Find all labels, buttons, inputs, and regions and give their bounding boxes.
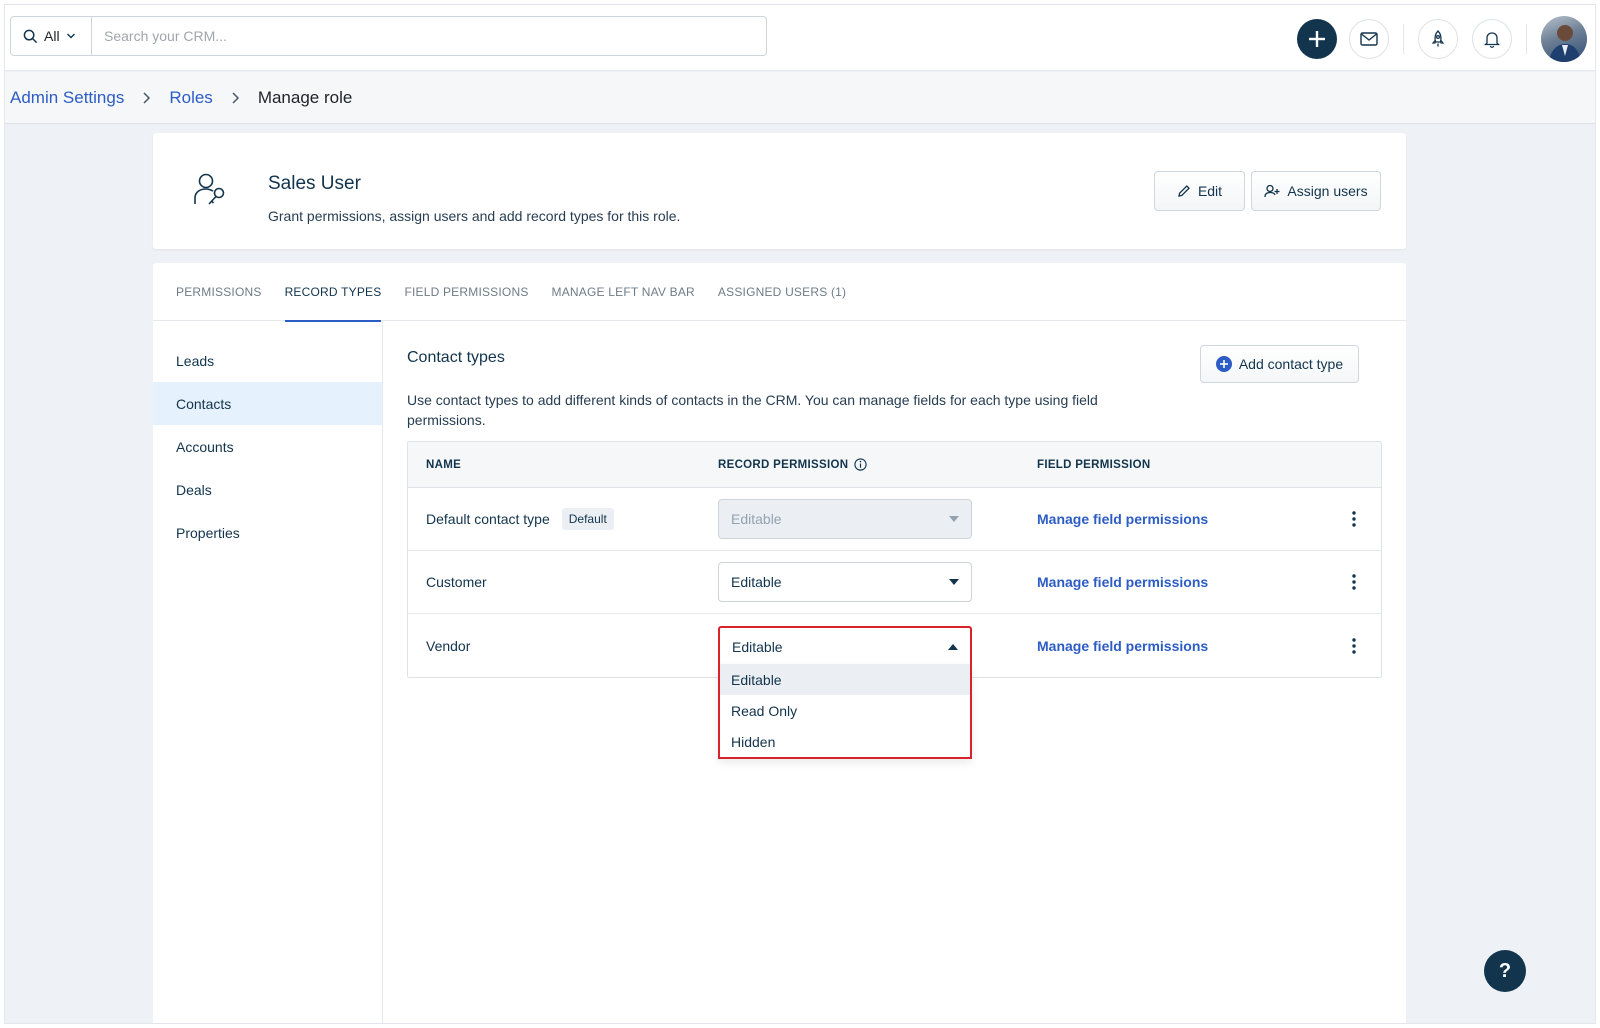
mail-icon	[1360, 32, 1378, 46]
contact-types-table: NAME RECORD PERMISSION FIELD PERMISSION …	[407, 441, 1382, 759]
edit-role-button[interactable]: Edit	[1154, 171, 1245, 211]
sidebar-item-properties[interactable]: Properties	[153, 511, 382, 554]
add-user-icon	[1264, 184, 1280, 198]
row-actions-menu[interactable]	[1327, 637, 1381, 654]
role-header-card: Sales User Grant permissions, assign use…	[153, 133, 1406, 249]
row-actions-menu[interactable]	[1327, 574, 1381, 590]
row-permission-cell: Editable	[718, 625, 1037, 666]
tab-manage-left-nav-bar[interactable]: MANAGE LEFT NAV BAR	[552, 263, 695, 321]
assign-users-label: Assign users	[1287, 183, 1368, 199]
assign-users-button[interactable]: Assign users	[1251, 171, 1381, 211]
edit-label: Edit	[1197, 183, 1223, 199]
table-header: NAME RECORD PERMISSION FIELD PERMISSION	[408, 442, 1381, 488]
row-name-cell: Customer	[408, 574, 718, 590]
contact-type-name: Default contact type	[426, 511, 550, 527]
record-permission-header-label: RECORD PERMISSION	[718, 458, 849, 471]
sidebar-item-deals[interactable]: Deals	[153, 468, 382, 511]
breadcrumb-admin-settings[interactable]: Admin Settings	[10, 88, 124, 108]
row-name-cell: Vendor	[408, 638, 718, 654]
launch-button[interactable]	[1418, 19, 1458, 59]
search-input[interactable]	[92, 17, 766, 55]
sidebar-item-leads[interactable]: Leads	[153, 339, 382, 382]
app-frame: All Search your CRM... Admin Settings Ro…	[4, 4, 1596, 1024]
select-value: Editable	[731, 574, 782, 590]
info-icon[interactable]	[854, 458, 867, 471]
record-permission-select[interactable]: Editable	[718, 562, 972, 602]
notifications-button[interactable]	[1472, 19, 1512, 59]
column-header-record-permission: RECORD PERMISSION	[718, 458, 1037, 471]
row-actions-menu[interactable]	[1327, 511, 1381, 527]
search-scope-label: All	[44, 28, 60, 44]
row-permission-cell: Editable	[718, 562, 1037, 602]
caret-up-icon	[948, 643, 958, 650]
more-vertical-icon	[1352, 637, 1356, 654]
search-scope-dropdown[interactable]: All	[11, 17, 92, 55]
top-actions	[1297, 16, 1587, 62]
breadcrumb-current: Manage role	[257, 87, 353, 107]
sidebar-item-accounts[interactable]: Accounts	[153, 425, 382, 468]
contact-type-name: Customer	[426, 574, 487, 590]
table-row: Vendor Editable Manage field permissions…	[408, 614, 1381, 759]
plus-circle-icon	[1215, 356, 1232, 372]
manage-field-permissions-link[interactable]: Manage field permissions	[1037, 638, 1327, 654]
sidebar-item-contacts[interactable]: Contacts	[153, 382, 382, 425]
select-value: Editable	[731, 511, 782, 527]
help-button[interactable]: ?	[1484, 950, 1526, 992]
divider	[1403, 24, 1404, 54]
divider	[1526, 24, 1527, 54]
record-type-sidebar: Leads Contacts Accounts Deals Properties	[153, 321, 383, 1023]
email-button[interactable]	[1349, 19, 1389, 59]
tab-permissions[interactable]: PERMISSIONS	[176, 263, 262, 321]
tab-field-permissions[interactable]: FIELD PERMISSIONS	[404, 263, 528, 321]
role-title: Sales User	[268, 173, 361, 194]
chevron-right-icon	[231, 91, 240, 105]
table-row: Customer Editable Manage field permissio…	[408, 551, 1381, 614]
section-title: Contact types	[407, 349, 505, 366]
record-types-panel: PERMISSIONS RECORD TYPES FIELD PERMISSIO…	[153, 263, 1406, 1023]
table-row: Default contact type Default Editable Ma…	[408, 488, 1381, 551]
rocket-icon	[1431, 30, 1445, 47]
section-description: Use contact types to add different kinds…	[407, 392, 1098, 428]
row-name-cell: Default contact type Default	[408, 508, 718, 530]
chevron-down-icon	[66, 33, 75, 39]
breadcrumb: Admin Settings Roles Manage role	[5, 72, 1595, 124]
record-permission-select-disabled: Editable	[718, 499, 972, 539]
plus-icon	[1309, 31, 1325, 47]
global-search: All	[10, 16, 767, 56]
user-avatar[interactable]	[1541, 16, 1587, 62]
add-contact-type-label: Add contact type	[1238, 356, 1344, 372]
search-icon	[23, 29, 38, 43]
role-icon	[191, 171, 231, 216]
chevron-right-icon	[142, 91, 151, 105]
quick-add-button[interactable]	[1297, 19, 1337, 59]
column-header-field-permission: FIELD PERMISSION	[1037, 458, 1151, 471]
tab-record-types[interactable]: RECORD TYPES	[284, 263, 382, 322]
role-description: Grant permissions, assign users and add …	[268, 208, 681, 224]
dropdown-option-hidden[interactable]: Hidden	[720, 726, 970, 757]
dropdown-option-editable[interactable]: Editable	[720, 664, 970, 695]
caret-down-icon	[949, 516, 959, 522]
breadcrumb-roles[interactable]: Roles	[169, 88, 212, 108]
tab-assigned-users[interactable]: ASSIGNED USERS (1)	[718, 263, 846, 321]
record-permission-dropdown: Editable Read Only Hidden	[718, 664, 972, 759]
row-permission-cell: Editable	[718, 499, 1037, 539]
more-vertical-icon	[1352, 511, 1356, 527]
top-bar: All	[5, 5, 1595, 71]
select-value: Editable	[732, 638, 783, 655]
avatar-image	[1549, 25, 1581, 62]
manage-field-permissions-link[interactable]: Manage field permissions	[1037, 574, 1327, 590]
dropdown-option-read-only[interactable]: Read Only	[720, 695, 970, 726]
contact-type-name: Vendor	[426, 637, 471, 654]
add-contact-type-button[interactable]: Add contact type	[1200, 345, 1359, 383]
pencil-icon	[1178, 185, 1190, 197]
caret-down-icon	[949, 579, 959, 585]
column-header-name: NAME	[426, 458, 462, 471]
bell-icon	[1484, 32, 1500, 48]
record-permission-select-open[interactable]: Editable	[718, 625, 972, 666]
manage-field-permissions-link[interactable]: Manage field permissions	[1037, 511, 1327, 527]
more-vertical-icon	[1352, 574, 1356, 590]
role-tabs: PERMISSIONS RECORD TYPES FIELD PERMISSIO…	[153, 263, 1406, 322]
default-badge: Default	[561, 508, 614, 530]
